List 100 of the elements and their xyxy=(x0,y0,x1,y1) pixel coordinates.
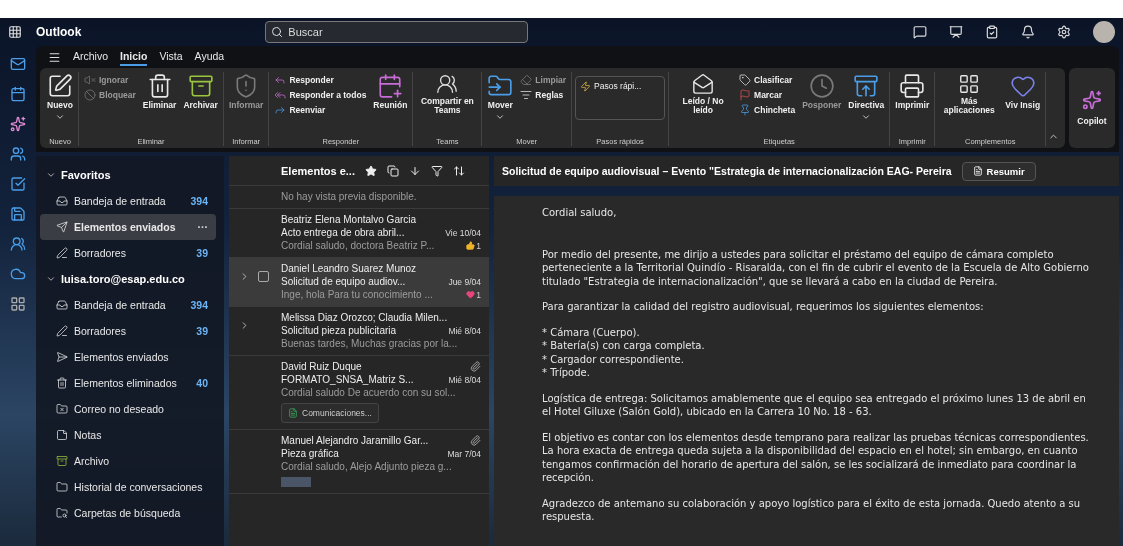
folder-name: Bandeja de entrada xyxy=(74,299,167,311)
app-launcher-icon[interactable] xyxy=(8,25,22,39)
menu-tab[interactable]: Inicio xyxy=(120,48,148,66)
ribbon-button[interactable]: Archivar xyxy=(181,72,220,112)
image-thumbnail[interactable] xyxy=(281,477,311,487)
eraser-icon xyxy=(520,74,533,86)
ribbon-button[interactable]: Nuevo xyxy=(45,72,75,124)
star-icon[interactable] xyxy=(365,164,377,177)
ribbon-button[interactable]: Directiva xyxy=(846,72,887,124)
folder-search-icon xyxy=(56,507,68,519)
folder-item[interactable]: Elementos eliminados 40 xyxy=(40,370,216,396)
ribbon-button[interactable]: Reunión xyxy=(371,72,410,112)
settings-icon[interactable] xyxy=(1057,25,1071,39)
folder-item[interactable]: Bandeja de entrada 394 xyxy=(40,188,216,214)
ribbon-button[interactable]: Chincheta xyxy=(737,104,798,116)
people-icon[interactable] xyxy=(10,146,26,162)
archive-box-icon xyxy=(187,73,214,99)
mute-icon xyxy=(84,74,96,86)
attachment-chip[interactable]: Comunicaciones... xyxy=(281,403,379,423)
mail-icon[interactable] xyxy=(10,56,26,72)
sort-icon[interactable] xyxy=(453,164,465,177)
avatar[interactable] xyxy=(1093,21,1115,43)
sender-name: Melissa Diaz Orozco; Claudia Milen... xyxy=(281,312,448,323)
filter-list-icon xyxy=(520,89,533,101)
ribbon-button[interactable]: Reenviar xyxy=(272,104,369,116)
checkbox[interactable] xyxy=(258,271,269,282)
folder-name: Notas xyxy=(74,429,103,441)
folder-item[interactable]: Notas xyxy=(40,422,216,448)
message-preview: No hay vista previa disponible. xyxy=(281,191,417,202)
folder-item[interactable]: Borradores 39 xyxy=(40,240,216,266)
quick-steps-gallery[interactable]: Pasos rápi... xyxy=(575,76,666,120)
message-subject: Pieza gráfica xyxy=(281,448,339,459)
folder-title: Elementos e... xyxy=(281,164,355,177)
message-preview: Cordial saludo, Alejo Adjunto pieza g... xyxy=(281,461,452,472)
folder-item[interactable]: Correo no deseado xyxy=(40,396,216,422)
sparkle-icon[interactable] xyxy=(10,116,26,132)
folder-item[interactable]: Elementos enviados ··· xyxy=(40,214,216,240)
calendar-icon[interactable] xyxy=(10,86,26,102)
sender-name: Beatriz Elena Montalvo Garcia xyxy=(281,214,417,225)
menu-tab[interactable]: Vista xyxy=(159,48,183,66)
message-subject: Solicitud de equipo audiov... xyxy=(281,276,406,287)
copy-icon[interactable] xyxy=(387,164,399,177)
ribbon-button[interactable]: Mover xyxy=(485,72,516,124)
unread-count: 39 xyxy=(196,247,208,259)
ribbon-button[interactable]: Compartir en Teams xyxy=(416,72,479,117)
ribbon-button[interactable]: Imprimir xyxy=(893,72,932,112)
chevron-down-icon xyxy=(46,274,56,284)
board-icon[interactable] xyxy=(949,25,963,39)
cloud-icon[interactable] xyxy=(10,266,26,282)
folder-item[interactable]: Borradores 39 xyxy=(40,318,216,344)
archive-box-icon xyxy=(853,73,880,99)
ribbon-button[interactable]: Más aplicaciones xyxy=(938,72,1001,117)
folder-item[interactable]: Bandeja de entrada 394 xyxy=(40,292,216,318)
inbox-icon xyxy=(56,299,68,311)
menu-tab[interactable]: Archivo xyxy=(73,48,108,66)
app-title: Outlook xyxy=(36,25,82,39)
ribbon-button[interactable]: Responder xyxy=(272,74,369,86)
folder-icon xyxy=(56,481,68,493)
folder-section-header[interactable]: Favoritos xyxy=(40,162,117,188)
open-envelope-icon xyxy=(692,73,715,95)
menu-tab[interactable]: Ayuda xyxy=(194,48,225,66)
copilot-button[interactable]: Copilot xyxy=(1069,68,1115,148)
apps-icon[interactable] xyxy=(10,296,26,312)
folder-name: Elementos enviados xyxy=(74,221,177,233)
folder-name: Archivo xyxy=(74,455,110,467)
notification-icon[interactable] xyxy=(1021,25,1035,39)
folder-section-header[interactable]: luisa.toro@esap.edu.co xyxy=(40,266,191,292)
ribbon-button[interactable]: Leído / No leído xyxy=(672,72,735,117)
message-date: Mié 8/04 xyxy=(448,325,481,336)
folder-item[interactable]: Carpetas de búsqueda xyxy=(40,500,216,526)
search-icon xyxy=(271,26,284,38)
filter-icon[interactable] xyxy=(431,164,443,177)
reply-all-arrow-icon xyxy=(274,89,287,101)
ribbon-button[interactable]: Viv Insig xyxy=(1003,72,1043,112)
folder-name: Correo no deseado xyxy=(74,403,165,415)
unread-count: 394 xyxy=(190,299,208,311)
folder-name: Historial de conversaciones xyxy=(74,481,204,493)
file-icon xyxy=(288,408,298,418)
message-item[interactable]: Daniel Leandro Suarez Munoz Solicitud de equipo audiov... Jue 9/04 Inge, hola Para tu conocimiento ... 1 xyxy=(229,258,489,307)
unread-count: 394 xyxy=(190,195,208,207)
search-field[interactable]: Buscar xyxy=(265,21,529,43)
ribbon-button[interactable]: Marcar xyxy=(737,89,798,101)
chat-icon[interactable] xyxy=(913,25,927,39)
email-paragraph: Por medio del presente, me dirijo a ustedes para solicitar el préstamo del equipo de cámara completo perteneciente a la Territorial Quindío - Risaralda, con el fin de cubrir el evento de la Escuela de Alto Gobierno titulado "Estrategia de internacionalización", que se llevará a cabo en la ciudad de Pereira. xyxy=(542,247,1089,288)
folder-item[interactable]: Archivo xyxy=(40,448,216,474)
folder-item[interactable]: Elementos enviados xyxy=(40,344,216,370)
menu-icon[interactable] xyxy=(48,50,61,64)
ribbon-button[interactable]: Eliminar xyxy=(140,72,179,112)
email-subject: Solicitud de equipo audiovisual – Evento "Estrategia de internacionalización EAG- Pereira xyxy=(502,165,952,177)
check-icon[interactable] xyxy=(10,176,26,192)
ribbon-button[interactable]: Reglas xyxy=(518,89,569,101)
lightning-icon xyxy=(580,81,592,92)
folder-item[interactable]: Historial de conversaciones xyxy=(40,474,216,500)
task-icon[interactable] xyxy=(985,25,999,39)
send-icon xyxy=(56,351,68,363)
ribbon-button[interactable]: Responder a todos xyxy=(272,89,369,101)
ribbon-button[interactable]: Clasificar xyxy=(737,74,798,86)
sender-name: Daniel Leandro Suarez Munoz xyxy=(281,263,417,274)
heart-icon xyxy=(1009,73,1036,99)
summarize-button[interactable]: Resumir xyxy=(961,161,1036,181)
